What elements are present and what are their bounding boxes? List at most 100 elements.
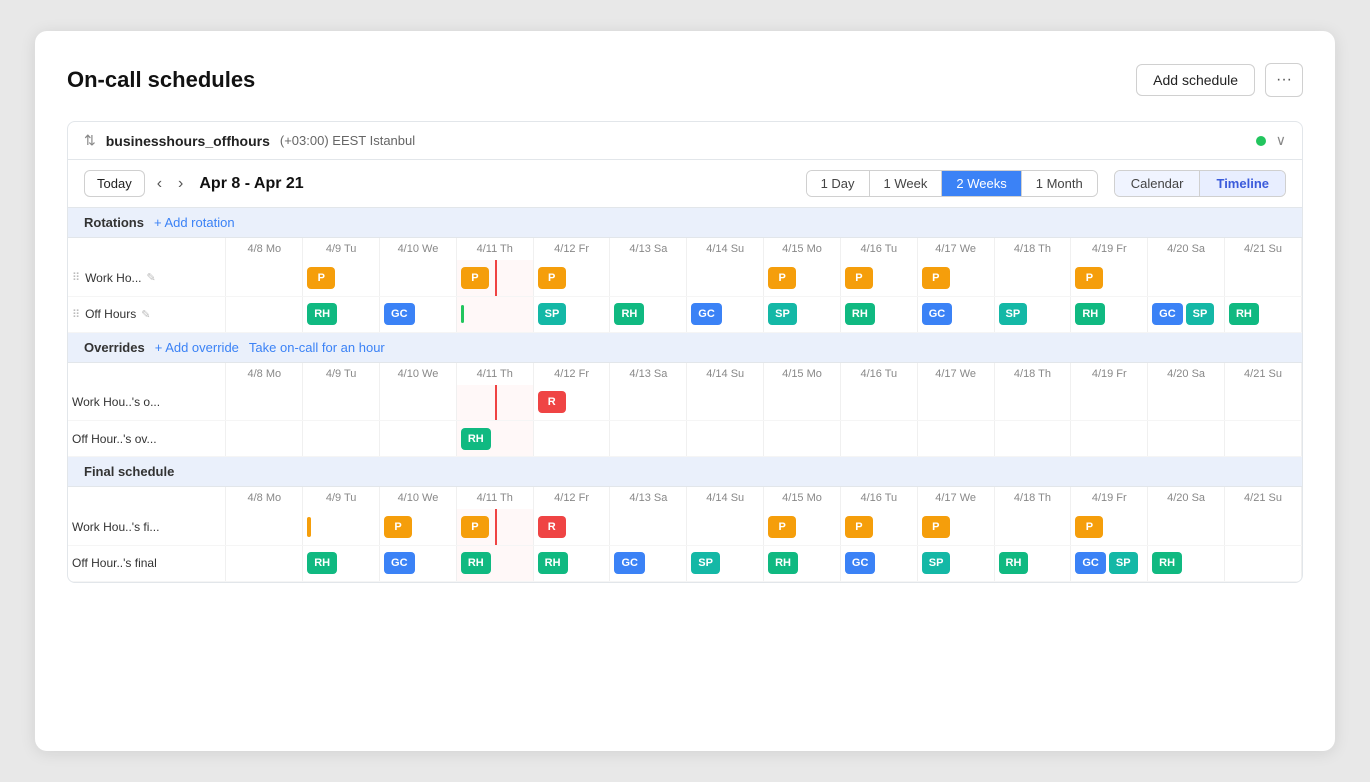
event-chip-sp[interactable]: SP [922, 552, 951, 574]
ov-oh-421 [1224, 421, 1301, 457]
take-oncall-button[interactable]: Take on-call for an hour [249, 340, 385, 355]
edit-icon[interactable]: ✎ [141, 308, 150, 321]
event-chip-p[interactable]: P [461, 516, 489, 538]
fin-wh-label: Work Hou..'s fi... [68, 509, 226, 545]
event-chip-p[interactable]: P [768, 516, 796, 538]
prev-arrow[interactable]: ‹ [153, 173, 166, 195]
view-1week[interactable]: 1 Week [870, 171, 943, 196]
event-chip-rh[interactable]: RH [461, 428, 491, 450]
event-chip-rh[interactable]: RH [1152, 552, 1182, 574]
event-chip-sp[interactable]: SP [538, 303, 567, 325]
view-1month[interactable]: 1 Month [1022, 171, 1097, 196]
event-chip-p[interactable]: P [461, 267, 489, 289]
ov-oh-417 [917, 421, 994, 457]
event-chip-rh[interactable]: RH [461, 552, 491, 574]
add-rotation-button[interactable]: + Add rotation [154, 215, 235, 230]
more-options-button[interactable]: ··· [1265, 63, 1303, 97]
view-calendar[interactable]: Calendar [1115, 171, 1201, 196]
col-417: 4/17 We [917, 238, 994, 260]
event-chip-gc[interactable]: GC [384, 303, 415, 325]
fin-col-409: 4/9 Tu [303, 487, 380, 509]
event-chip-p[interactable]: P [768, 267, 796, 289]
override-workhours-row: Work Hou..'s o... R [68, 385, 1302, 421]
fin-col-418: 4/18 Th [994, 487, 1071, 509]
schedule-block: ⇅ businesshours_offhours (+03:00) EEST I… [67, 121, 1303, 583]
add-override-button[interactable]: + Add override [155, 340, 239, 355]
view-2weeks[interactable]: 2 Weeks [942, 171, 1021, 196]
overrides-col-headers: 4/8 Mo 4/9 Tu 4/10 We 4/11 Th 4/12 Fr 4/… [68, 363, 1302, 385]
ov-wh-418 [994, 385, 1071, 421]
event-chip-gc[interactable]: GC [922, 303, 953, 325]
event-chip-p[interactable]: P [384, 516, 412, 538]
ov-col-412: 4/12 Fr [533, 363, 610, 385]
event-chip-p[interactable]: P [1075, 516, 1103, 538]
col-408: 4/8 Mo [226, 238, 303, 260]
edit-icon[interactable]: ✎ [147, 271, 156, 284]
rot-oh-414: GC [687, 296, 764, 332]
event-chip-rh[interactable]: RH [538, 552, 568, 574]
event-chip-sp[interactable]: SP [1109, 552, 1138, 574]
event-chip-p[interactable]: P [307, 267, 335, 289]
event-chip-rh[interactable]: RH [307, 303, 337, 325]
event-chip-gc[interactable]: GC [1075, 552, 1106, 574]
next-arrow[interactable]: › [174, 173, 187, 195]
fin-wh-414 [687, 509, 764, 545]
ov-col-414: 4/14 Su [687, 363, 764, 385]
main-card: On-call schedules Add schedule ··· ⇅ bus… [35, 31, 1335, 751]
off-hours-label-cell: ⠿ Off Hours ✎ [68, 296, 226, 332]
event-chip-p[interactable]: P [538, 267, 566, 289]
event-chip-sp[interactable]: SP [999, 303, 1028, 325]
fin-col-label [68, 487, 226, 509]
event-chip-rh[interactable]: RH [307, 552, 337, 574]
fin-oh-411: RH [456, 545, 533, 581]
event-chip-gc[interactable]: GC [1152, 303, 1183, 325]
rot-wh-420 [1148, 260, 1225, 296]
col-416: 4/16 Tu [840, 238, 917, 260]
ov-oh-410 [380, 421, 457, 457]
event-chip-r[interactable]: R [538, 516, 566, 538]
green-bar [461, 305, 464, 323]
event-chip-p[interactable]: P [1075, 267, 1103, 289]
event-chip-p[interactable]: P [922, 516, 950, 538]
fin-oh-421 [1224, 545, 1301, 581]
ov-oh-414 [687, 421, 764, 457]
ov-oh-413 [610, 421, 687, 457]
event-chip-gc[interactable]: GC [384, 552, 415, 574]
nav-row: Today ‹ › Apr 8 - Apr 21 1 Day 1 Week 2 … [68, 160, 1302, 208]
fin-wh-418 [994, 509, 1071, 545]
event-chip-p[interactable]: P [845, 516, 873, 538]
view-timeline[interactable]: Timeline [1200, 171, 1285, 196]
chevron-down-icon[interactable]: ∨ [1276, 132, 1286, 149]
event-chip-p[interactable]: P [922, 267, 950, 289]
event-chip-sp[interactable]: SP [1186, 303, 1215, 325]
event-chip-gc[interactable]: GC [691, 303, 722, 325]
ov-oh-418 [994, 421, 1071, 457]
event-chip-rh[interactable]: RH [845, 303, 875, 325]
event-chip-rh[interactable]: RH [1229, 303, 1259, 325]
event-chip-gc[interactable]: GC [845, 552, 876, 574]
fin-wh-412: R [533, 509, 610, 545]
event-chip-sp[interactable]: SP [768, 303, 797, 325]
event-chip-r[interactable]: R [538, 391, 566, 413]
ov-col-label [68, 363, 226, 385]
fin-oh-412: RH [533, 545, 610, 581]
fin-col-417: 4/17 We [917, 487, 994, 509]
event-chip-rh[interactable]: RH [1075, 303, 1105, 325]
event-chip-gc[interactable]: GC [614, 552, 645, 574]
event-chip-rh[interactable]: RH [768, 552, 798, 574]
ov-col-413: 4/13 Sa [610, 363, 687, 385]
add-schedule-button[interactable]: Add schedule [1136, 64, 1255, 96]
final-oh-label: Off Hour..'s final [72, 556, 157, 570]
view-1day[interactable]: 1 Day [807, 171, 870, 196]
today-button[interactable]: Today [84, 170, 145, 197]
col-420: 4/20 Sa [1148, 238, 1225, 260]
event-chip-rh[interactable]: RH [614, 303, 644, 325]
header-actions: Add schedule ··· [1136, 63, 1303, 97]
more-icon: ··· [1276, 71, 1292, 88]
event-chip-rh[interactable]: RH [999, 552, 1029, 574]
fin-wh-417: P [917, 509, 994, 545]
event-chip-sp[interactable]: SP [691, 552, 720, 574]
ov-wh-420 [1148, 385, 1225, 421]
col-label-header [68, 238, 226, 260]
event-chip-p[interactable]: P [845, 267, 873, 289]
